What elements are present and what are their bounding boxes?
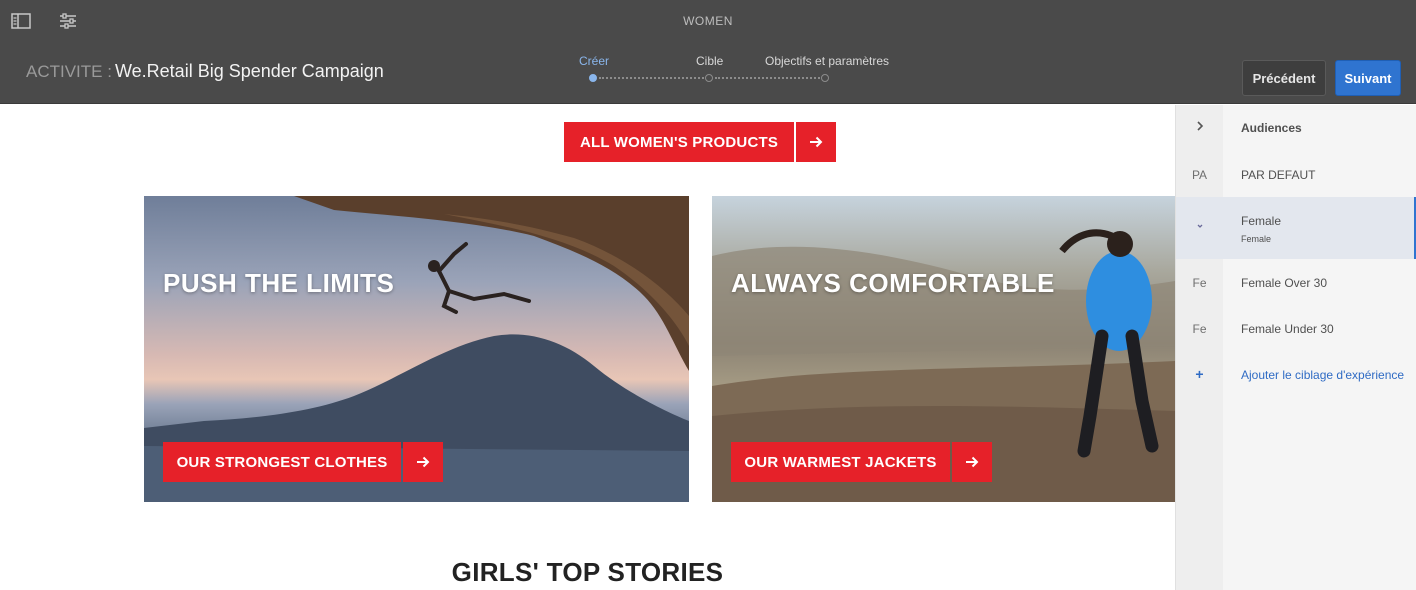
add-experience-targeting-button[interactable]: + Ajouter le ciblage d'expérience: [1176, 351, 1416, 397]
arrow-right-icon: [403, 442, 443, 482]
previous-button[interactable]: Précédent: [1242, 60, 1326, 96]
teaser-title: ALWAYS COMFORTABLE: [731, 268, 1055, 298]
add-targeting-label: Ajouter le ciblage d'expérience: [1241, 368, 1405, 382]
wizard-connector: [715, 77, 820, 79]
audience-item-female-under-30[interactable]: Fe Female Under 30: [1176, 305, 1416, 351]
wizard-dot-cible: [705, 74, 713, 82]
strongest-clothes-button[interactable]: OUR STRONGEST CLOTHES: [163, 442, 443, 482]
page-content: ALL WOMEN'S PRODUCTS PUSH THE LIMITS OUR…: [0, 105, 1175, 590]
wizard-step-creer[interactable]: Créer: [579, 54, 609, 68]
audience-item-female[interactable]: Female Female: [1176, 197, 1416, 259]
audiences-header[interactable]: Audiences: [1176, 105, 1416, 151]
audience-abbr: Fe: [1192, 276, 1207, 290]
audiences-panel: Audiences PA PAR DEFAUT Female Female Fe…: [1175, 105, 1416, 590]
cta-label: ALL WOMEN'S PRODUCTS: [564, 122, 794, 162]
audience-item-female-over-30[interactable]: Fe Female Over 30: [1176, 259, 1416, 305]
wizard-dot-creer: [589, 74, 597, 82]
audience-label: PAR DEFAUT: [1241, 168, 1316, 182]
wizard-step-cible[interactable]: Cible: [696, 54, 723, 68]
cta-label: OUR WARMEST JACKETS: [731, 442, 950, 482]
plus-icon: +: [1195, 366, 1204, 382]
audiences-header-label: Audiences: [1241, 121, 1302, 135]
wizard-steps: Créer Cible Objectifs et paramètres: [578, 54, 898, 84]
audience-sublabel: Female: [1241, 234, 1272, 244]
activity-name: We.Retail Big Spender Campaign: [115, 61, 384, 81]
warmest-jackets-button[interactable]: OUR WARMEST JACKETS: [731, 442, 992, 482]
next-button[interactable]: Suivant: [1335, 60, 1401, 96]
audience-abbr: PA: [1191, 168, 1208, 182]
activity-prefix: ACTIVITE :: [26, 62, 112, 81]
arrow-right-icon: [796, 122, 836, 162]
wizard-connector: [599, 77, 704, 79]
arrow-right-icon: [952, 442, 992, 482]
audience-label: Female Over 30: [1241, 276, 1328, 290]
teaser-push-the-limits[interactable]: PUSH THE LIMITS OUR STRONGEST CLOTHES: [144, 196, 689, 502]
page-title: WOMEN: [683, 14, 733, 28]
section-title: GIRLS' TOP STORIES: [451, 557, 724, 587]
teaser-always-comfortable[interactable]: ALWAYS COMFORTABLE OUR WARMEST JACKETS: [712, 196, 1175, 502]
audience-item-par-defaut[interactable]: PA PAR DEFAUT: [1176, 151, 1416, 197]
chevron-down-icon: [1176, 219, 1223, 233]
wizard-step-objectifs[interactable]: Objectifs et paramètres: [765, 54, 889, 68]
audience-abbr: Fe: [1192, 322, 1207, 336]
chevron-right-icon: [1176, 120, 1223, 135]
cta-label: OUR STRONGEST CLOTHES: [163, 442, 401, 482]
top-toolbar: WOMEN ACTIVITE : We.Retail Big Spender C…: [0, 0, 1416, 104]
audience-label: Female Under 30: [1241, 322, 1334, 336]
teaser-title: PUSH THE LIMITS: [163, 268, 395, 298]
wizard-dot-objectifs: [821, 74, 829, 82]
audience-label: Female: [1241, 214, 1282, 228]
all-womens-products-button[interactable]: ALL WOMEN'S PRODUCTS: [564, 122, 836, 162]
